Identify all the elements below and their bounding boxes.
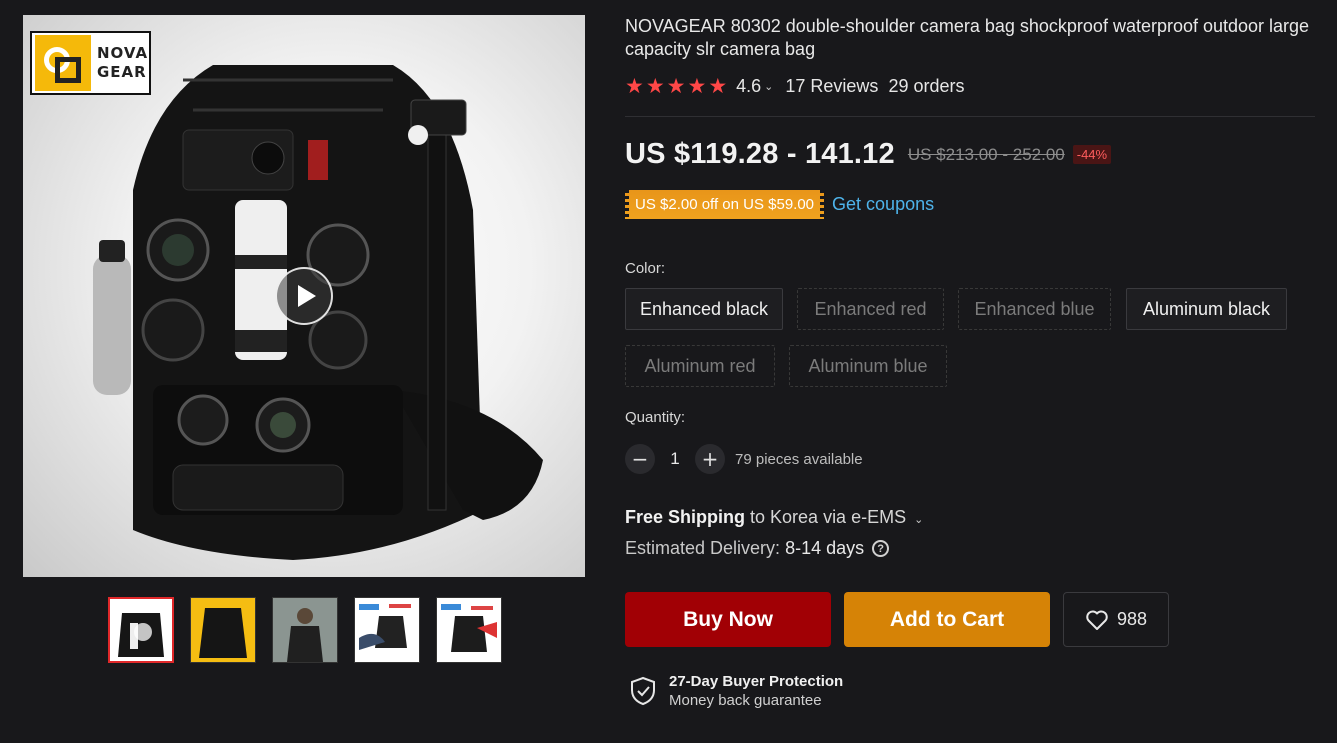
delivery-days: 8-14 days — [785, 538, 865, 558]
help-icon[interactable]: ? — [872, 540, 890, 557]
pieces-available: 79 pieces available — [735, 450, 863, 468]
chevron-down-icon[interactable]: ⌄ — [914, 513, 923, 526]
shield-check-icon — [631, 676, 655, 706]
detail-thumbnail-icon — [359, 604, 411, 650]
color-label: Color: — [625, 260, 666, 277]
heart-icon — [1086, 610, 1108, 630]
bag-yellow-thumbnail-icon — [199, 608, 247, 658]
free-shipping-label: Free Shipping — [625, 507, 746, 527]
color-option-enhanced-black[interactable]: Enhanced black — [625, 288, 783, 330]
buy-now-button[interactable]: Buy Now — [625, 592, 831, 647]
color-option-aluminum-red[interactable]: Aluminum red — [625, 345, 775, 387]
logo-line-1: NOVA — [97, 44, 149, 62]
decrease-quantity-button[interactable]: − — [625, 444, 655, 474]
get-coupons-link[interactable]: Get coupons — [832, 194, 934, 215]
add-to-cart-button[interactable]: Add to Cart — [844, 592, 1050, 647]
increase-quantity-button[interactable]: + — [695, 444, 725, 474]
play-video-button[interactable] — [275, 267, 333, 325]
delivery-row: Estimated Delivery: 8-14 days ? — [625, 538, 890, 559]
detail-thumbnail-icon — [441, 604, 497, 652]
chevron-down-icon[interactable]: ⌄ — [764, 80, 773, 93]
thumbnail-strip — [108, 597, 502, 663]
shipping-destination: to Korea via e-EMS — [745, 507, 912, 527]
star-icon: ★ — [625, 74, 644, 98]
delivery-label: Estimated Delivery: — [625, 538, 781, 558]
play-icon — [297, 285, 316, 307]
logo-sun-icon — [35, 35, 91, 91]
current-price: US $119.28 - 141.12 — [625, 138, 895, 170]
buyer-protection: 27-Day Buyer Protection Money back guara… — [630, 672, 843, 710]
thumbnail-3[interactable] — [272, 597, 338, 663]
thumbnail-4[interactable] — [354, 597, 420, 663]
orders-count: 29 orders — [888, 75, 965, 96]
star-icon: ★ — [645, 74, 665, 98]
discount-badge: -44% — [1072, 145, 1112, 164]
rating-row: ★ ★ ★ ★ ★ 4.6 ⌄ 17 Reviews 29 orders — [625, 74, 964, 98]
color-option-aluminum-blue[interactable]: Aluminum blue — [789, 345, 947, 387]
coupon-badge: US $2.00 off on US $59.00 — [625, 190, 825, 219]
person-thumbnail-icon — [273, 598, 337, 662]
thumbnail-5[interactable] — [436, 597, 502, 663]
reviews-link[interactable]: 17 Reviews — [785, 76, 878, 97]
star-rating: ★ ★ ★ ★ ★ — [625, 74, 728, 98]
mini-play-icon — [134, 623, 152, 641]
original-price: US $213.00 - 252.00 — [907, 144, 1065, 164]
color-option-enhanced-blue[interactable]: Enhanced blue — [958, 288, 1111, 330]
price-row: US $119.28 - 141.12 US $213.00 - 252.00 … — [625, 138, 1112, 171]
divider — [625, 116, 1315, 117]
protection-title: 27-Day Buyer Protection — [669, 673, 844, 690]
shipping-row[interactable]: Free Shipping to Korea via e-EMS ⌄ — [625, 507, 923, 528]
color-option-aluminum-black[interactable]: Aluminum black — [1126, 288, 1287, 330]
quantity-stepper: − 1 + 79 pieces available — [625, 443, 863, 475]
rating-score[interactable]: 4.6 — [736, 76, 761, 97]
star-icon: ★ — [687, 74, 707, 98]
protection-subtitle: Money back guarantee — [669, 692, 822, 709]
product-title: NOVAGEAR 80302 double-shoulder camera ba… — [625, 16, 1310, 59]
coupon-row: US $2.00 off on US $59.00 Get coupons — [625, 190, 934, 219]
wishlist-count: 988 — [1116, 609, 1148, 629]
quantity-value[interactable]: 1 — [655, 449, 695, 469]
quantity-label: Quantity: — [625, 409, 686, 426]
color-option-enhanced-red[interactable]: Enhanced red — [797, 288, 944, 330]
main-product-image[interactable]: NOVA GEAR — [23, 15, 585, 577]
wishlist-button[interactable]: 988 — [1063, 592, 1169, 647]
brand-logo: NOVA GEAR — [30, 31, 151, 95]
thumbnail-1[interactable] — [108, 597, 174, 663]
logo-line-2: GEAR — [97, 63, 147, 81]
star-icon: ★ — [708, 74, 728, 98]
thumbnail-2[interactable] — [190, 597, 256, 663]
star-icon: ★ — [666, 74, 686, 98]
